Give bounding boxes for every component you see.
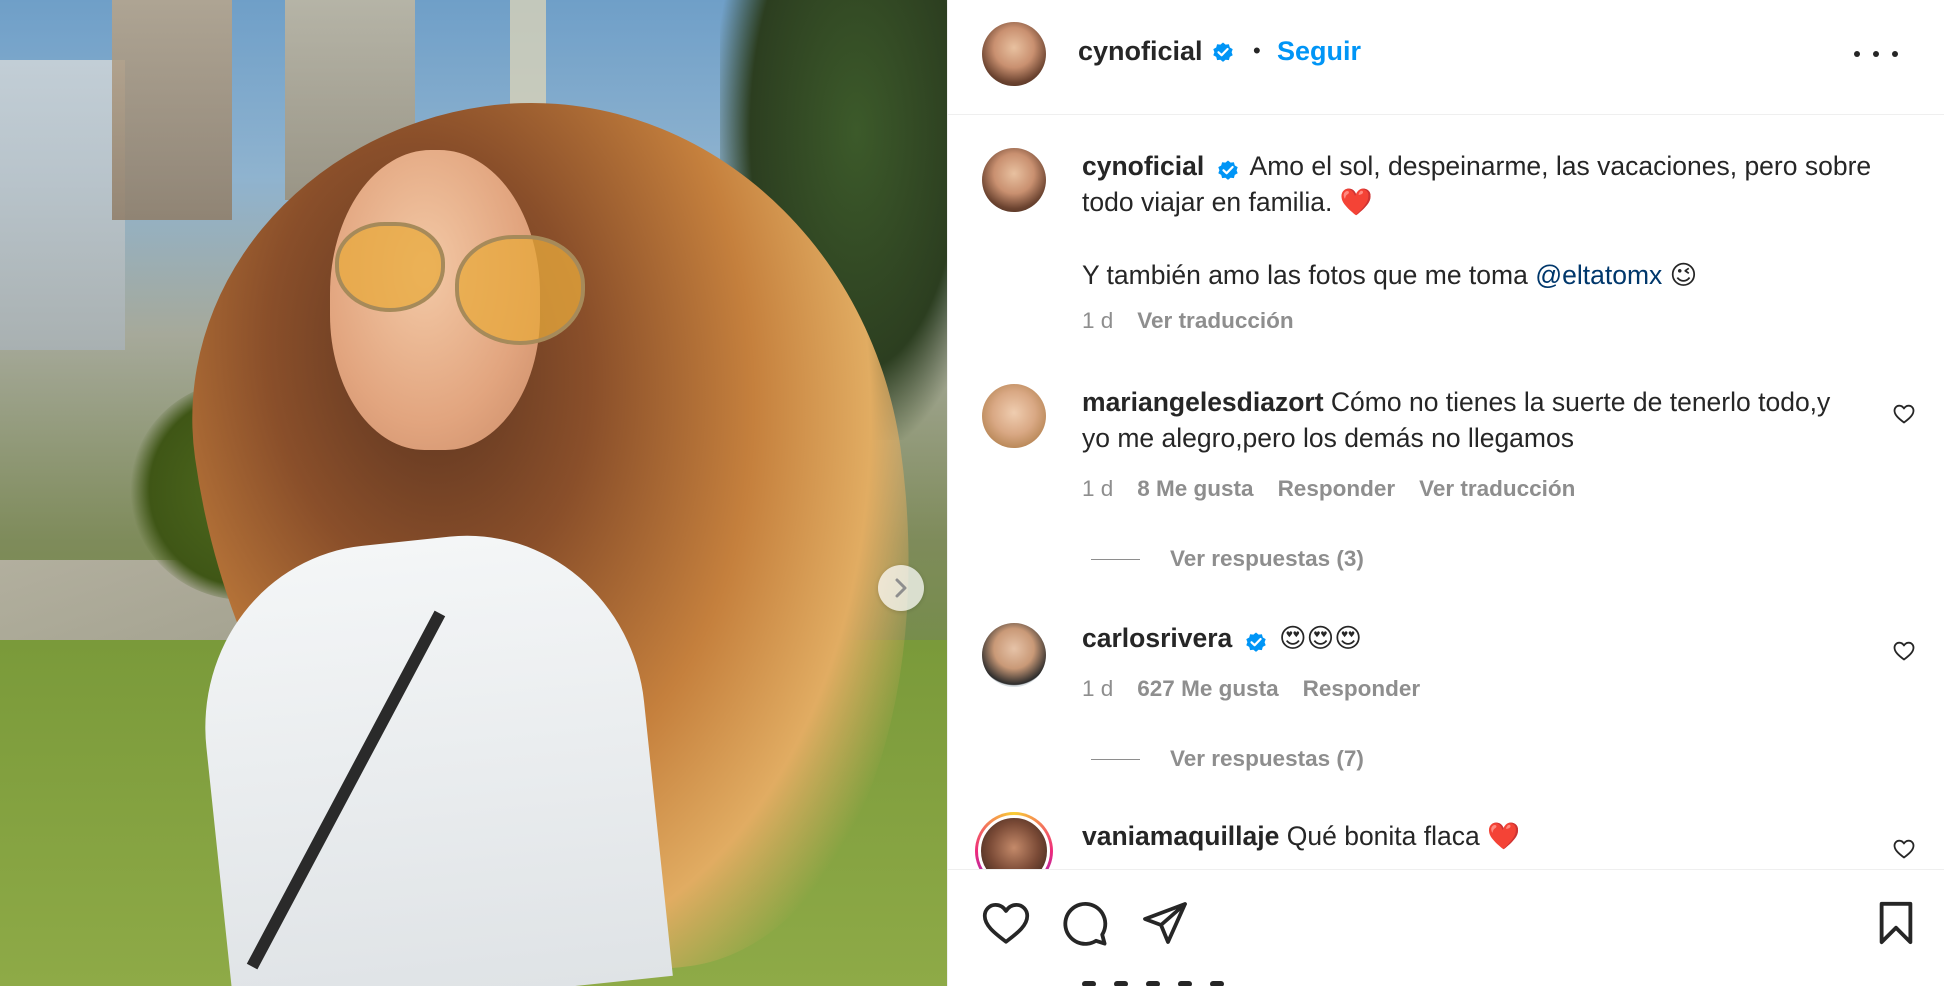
view-replies-button[interactable]: Ver respuestas (7) [1091, 746, 1364, 772]
caption-avatar[interactable] [982, 148, 1046, 212]
heart-emoji: ❤️ [1339, 187, 1373, 218]
post-photo[interactable] [0, 0, 947, 986]
comment-like-count[interactable]: 627 Me gusta [1137, 676, 1278, 702]
comment-username[interactable]: vaniamaquillaje [1082, 821, 1279, 851]
author-avatar[interactable] [982, 22, 1046, 86]
comment-username[interactable]: mariangelesdiazort [1082, 387, 1324, 417]
photo-sunglasses [455, 235, 585, 345]
comment-body: 😍😍😍 [1279, 623, 1362, 654]
caption-line-2: Y también amo las fotos que me toma [1082, 260, 1528, 290]
caption-text: cynoficial Amo el sol, despeinarme, las … [1082, 148, 1882, 294]
more-options-icon[interactable] [1854, 42, 1898, 66]
comment-body: Qué bonita flaca [1286, 821, 1480, 851]
comment-reply-button[interactable]: Responder [1278, 476, 1396, 502]
comment-like-heart-icon[interactable] [1892, 639, 1916, 663]
next-photo-button[interactable] [878, 565, 924, 611]
commenter-avatar[interactable] [982, 623, 1046, 687]
verified-badge-icon [1217, 160, 1238, 180]
caption-username[interactable]: cynoficial [1082, 151, 1204, 181]
comment-text: vaniamaquillaje Qué bonita flaca ❤️ [1082, 818, 1882, 855]
author-username-text: cynoficial [1078, 36, 1203, 66]
comment-reply-button[interactable]: Responder [1303, 676, 1421, 702]
wink-emoji: 😉 [1669, 260, 1698, 291]
comment-like-count[interactable]: 8 Me gusta [1137, 476, 1253, 502]
comment-text: carlosrivera 😍😍😍 [1082, 620, 1882, 657]
commenter-avatar[interactable] [982, 384, 1046, 448]
likes-summary-clipped [1082, 974, 1282, 986]
paper-plane-icon[interactable] [1141, 900, 1189, 946]
post-header: cynoficial • Seguir [948, 0, 1944, 115]
author-username[interactable]: cynoficial [1078, 36, 1235, 67]
comment-username[interactable]: carlosrivera [1082, 623, 1232, 653]
photo-building [112, 0, 232, 220]
comment-meta: 1 d 8 Me gusta Responder Ver traducción [1082, 476, 1575, 502]
verified-badge-icon [1245, 632, 1266, 652]
comments-list[interactable]: cynoficial Amo el sol, despeinarme, las … [948, 116, 1944, 869]
post-action-bar [948, 869, 1944, 986]
view-replies-button[interactable]: Ver respuestas (3) [1091, 546, 1364, 572]
story-ring-avatar[interactable] [975, 812, 1053, 869]
bookmark-icon[interactable] [1876, 900, 1916, 946]
commenter-avatar [978, 815, 1050, 869]
comment-translate-button[interactable]: Ver traducción [1419, 476, 1575, 502]
caption-translate-button[interactable]: Ver traducción [1137, 308, 1293, 334]
follow-button[interactable]: Seguir [1277, 36, 1361, 67]
comment-like-heart-icon[interactable] [1892, 837, 1916, 861]
heart-icon[interactable] [981, 900, 1031, 946]
photo-sunglasses [335, 222, 445, 312]
verified-badge-icon [1212, 42, 1233, 62]
post-side-panel: cynoficial • Seguir cynoficial Amo el so… [947, 0, 1944, 986]
comment-timestamp[interactable]: 1 d [1082, 676, 1113, 702]
caption-meta: 1 d Ver traducción [1082, 308, 1294, 334]
replies-line [1091, 758, 1140, 760]
comment-text: mariangelesdiazort Cómo no tienes la sue… [1082, 384, 1842, 456]
separator-dot: • [1253, 38, 1261, 63]
photo-building [0, 60, 125, 350]
caption-timestamp[interactable]: 1 d [1082, 308, 1113, 334]
comment-like-heart-icon[interactable] [1892, 402, 1916, 426]
chevron-right-icon [895, 578, 907, 598]
caption-mention-link[interactable]: @eltatomx [1535, 260, 1662, 290]
photo-building [510, 0, 546, 110]
heart-emoji: ❤️ [1487, 821, 1521, 852]
comment-meta: 1 d 627 Me gusta Responder [1082, 676, 1420, 702]
replies-line [1091, 558, 1140, 560]
view-replies-label: Ver respuestas (3) [1170, 546, 1364, 571]
comment-timestamp[interactable]: 1 d [1082, 476, 1113, 502]
view-replies-label: Ver respuestas (7) [1170, 746, 1364, 771]
comment-icon[interactable] [1061, 900, 1109, 948]
